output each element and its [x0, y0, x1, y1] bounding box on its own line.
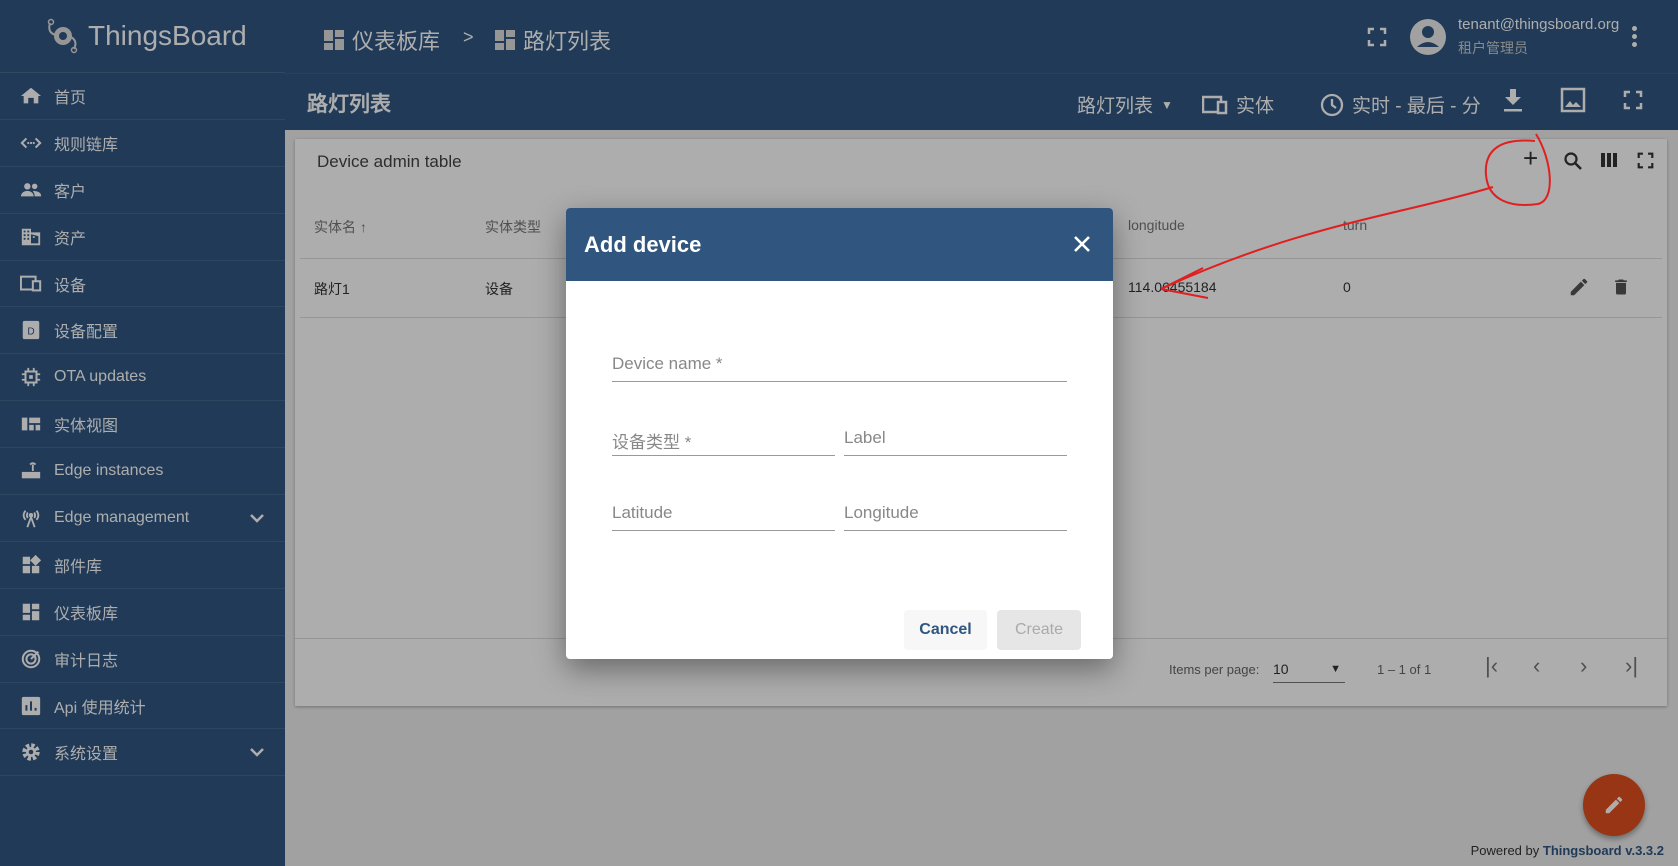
device-type-field[interactable]: 设备类型 * [612, 420, 835, 456]
label-field[interactable]: Label [844, 420, 1067, 456]
dialog-title: Add device [584, 231, 702, 257]
longitude-field[interactable]: Longitude [844, 495, 1067, 531]
dialog-header: Add device [566, 208, 1113, 281]
cancel-button[interactable]: Cancel [904, 610, 987, 650]
add-device-dialog: Add device Device name * 设备类型 * Label La… [566, 208, 1113, 659]
device-name-field[interactable]: Device name * [612, 346, 1067, 382]
close-icon[interactable] [1073, 235, 1091, 253]
create-button[interactable]: Create [997, 610, 1081, 650]
latitude-field[interactable]: Latitude [612, 495, 835, 531]
